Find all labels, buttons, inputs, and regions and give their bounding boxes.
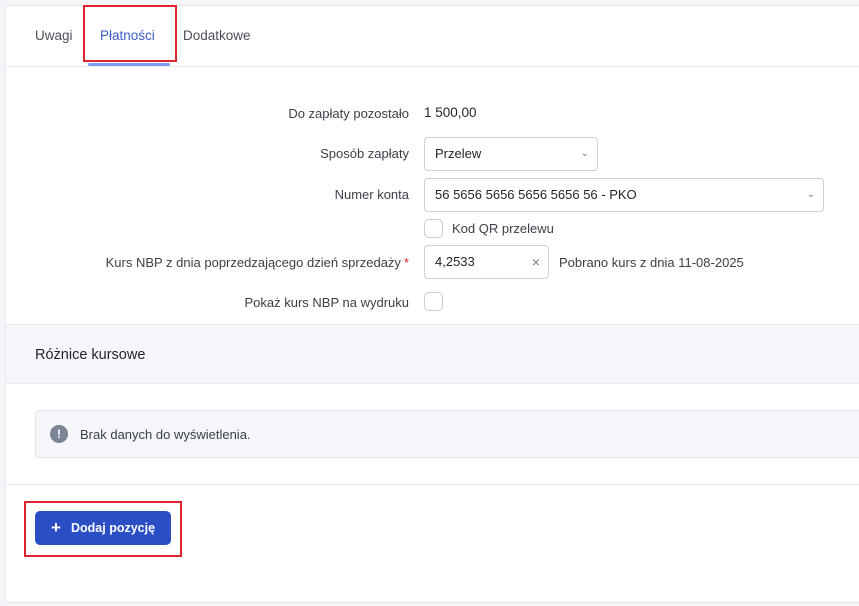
- qr-label: Kod QR przelewu: [452, 221, 554, 236]
- payment-method-label: Sposób zapłaty: [320, 146, 409, 161]
- account-value: 56 5656 5656 5656 5656 56 - PKO: [435, 187, 637, 202]
- rate-label: Kurs NBP z dnia poprzedzającego dzień sp…: [106, 255, 409, 270]
- invoice-panel: Uwagi Płatności Dodatkowe Do zapłaty poz…: [5, 5, 859, 603]
- add-position-label: Dodaj pozycję: [71, 521, 156, 535]
- active-tab-indicator: [88, 63, 170, 66]
- remaining-label: Do zapłaty pozostało: [288, 106, 409, 121]
- tab-bar: Uwagi Płatności Dodatkowe: [6, 6, 859, 67]
- chevron-down-icon: ⌄: [806, 189, 815, 200]
- qr-checkbox[interactable]: [424, 219, 443, 238]
- rate-info: Pobrano kurs z dnia 11-08-2025: [559, 255, 744, 270]
- rate-value: 4,2533: [435, 254, 475, 269]
- rate-label-text: Kurs NBP z dnia poprzedzającego dzień sp…: [105, 255, 401, 270]
- account-select[interactable]: 56 5656 5656 5656 5656 56 - PKO ⌄: [424, 178, 824, 212]
- plus-icon: +: [51, 518, 61, 537]
- clear-icon[interactable]: ×: [532, 246, 540, 278]
- empty-message: Brak danych do wyświetlenia.: [80, 427, 251, 442]
- remaining-value: 1 500,00: [424, 105, 477, 120]
- tab-platnosci[interactable]: Płatności: [100, 28, 155, 43]
- divider: [6, 484, 859, 485]
- chevron-down-icon: ⌄: [580, 148, 589, 159]
- show-rate-label: Pokaż kurs NBP na wydruku: [244, 295, 410, 310]
- show-rate-checkbox[interactable]: [424, 292, 443, 311]
- required-mark: *: [403, 255, 409, 270]
- payment-method-value: Przelew: [435, 146, 482, 161]
- exchange-differences-header: Różnice kursowe: [6, 324, 859, 384]
- section-title: Różnice kursowe: [35, 347, 146, 363]
- account-label: Numer konta: [334, 187, 409, 202]
- payment-method-select[interactable]: Przelew ⌄: [424, 137, 598, 171]
- add-position-button[interactable]: + Dodaj pozycję: [35, 511, 171, 545]
- rate-input[interactable]: 4,2533 ×: [424, 245, 549, 279]
- empty-alert: ! Brak danych do wyświetlenia.: [35, 410, 859, 458]
- tab-dodatkowe[interactable]: Dodatkowe: [183, 28, 251, 43]
- info-icon: !: [50, 425, 68, 443]
- tab-uwagi[interactable]: Uwagi: [35, 28, 73, 43]
